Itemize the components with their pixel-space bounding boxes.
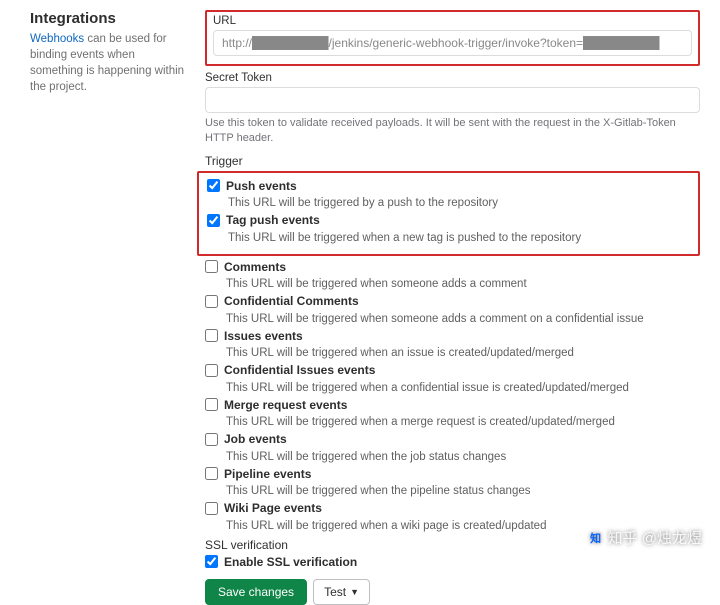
trigger-checkbox[interactable] [207, 179, 220, 192]
trigger-row-rest-7: Wiki Page events This URL will be trigger… [205, 501, 700, 532]
trigger-checkbox[interactable] [205, 502, 218, 515]
trigger-checkbox-label[interactable]: Confidential Comments [205, 294, 359, 308]
trigger-row-boxed-1: Tag push events This URL will be triggere… [207, 213, 690, 244]
trigger-checkbox[interactable] [205, 260, 218, 273]
trigger-checkbox-label[interactable]: Tag push events [207, 213, 320, 227]
trigger-checkbox-label[interactable]: Wiki Page events [205, 501, 322, 515]
webhook-form: URL Secret Token Use this token to valid… [205, 10, 700, 605]
trigger-row-rest-4: Merge request events This URL will be tri… [205, 398, 700, 429]
trigger-checkbox-label[interactable]: Merge request events [205, 398, 347, 412]
trigger-checkbox[interactable] [205, 329, 218, 342]
caret-down-icon: ▼ [350, 587, 359, 597]
trigger-description: This URL will be triggered when a wiki p… [226, 520, 700, 532]
ssl-checkbox-label[interactable]: Enable SSL verification [205, 555, 357, 569]
trigger-description: This URL will be triggered by a push to … [228, 197, 690, 209]
trigger-heading: Trigger [205, 154, 700, 168]
sidebar-description: Webhooks can be used for binding events … [30, 31, 185, 95]
trigger-description: This URL will be triggered when a confid… [226, 382, 700, 394]
trigger-description: This URL will be triggered when an issue… [226, 347, 700, 359]
trigger-checkbox-label[interactable]: Pipeline events [205, 467, 311, 481]
ssl-heading: SSL verification [205, 538, 700, 552]
ssl-row: Enable SSL verification [205, 555, 700, 572]
form-actions: Save changes Test ▼ [205, 579, 700, 605]
trigger-row-rest-2: Issues events This URL will be triggered … [205, 329, 700, 360]
trigger-checkbox-label[interactable]: Confidential Issues events [205, 363, 375, 377]
trigger-checkbox-label[interactable]: Job events [205, 432, 287, 446]
secret-token-label: Secret Token [205, 72, 700, 84]
trigger-checkbox[interactable] [205, 467, 218, 480]
save-button[interactable]: Save changes [205, 579, 307, 605]
trigger-checkbox[interactable] [205, 364, 218, 377]
integrations-sidebar: Integrations Webhooks can be used for bi… [30, 10, 205, 605]
trigger-description: This URL will be triggered when someone … [226, 313, 700, 325]
url-highlight-box: URL [205, 10, 700, 66]
trigger-row-rest-6: Pipeline events This URL will be triggere… [205, 467, 700, 498]
webhooks-link[interactable]: Webhooks [30, 33, 84, 45]
trigger-description: This URL will be triggered when a new ta… [228, 232, 690, 244]
trigger-checkbox-label[interactable]: Comments [205, 260, 286, 274]
trigger-description: This URL will be triggered when the pipe… [226, 485, 700, 497]
trigger-checkbox[interactable] [205, 398, 218, 411]
trigger-rest: Comments This URL will be triggered when … [205, 260, 700, 532]
trigger-checkbox[interactable] [205, 433, 218, 446]
trigger-description: This URL will be triggered when the job … [226, 451, 700, 463]
trigger-checkbox-label[interactable]: Issues events [205, 329, 303, 343]
trigger-highlight-box: Push events This URL will be triggered by… [197, 171, 700, 256]
url-label: URL [213, 15, 692, 27]
trigger-row-rest-0: Comments This URL will be triggered when … [205, 260, 700, 291]
trigger-description: This URL will be triggered when someone … [226, 278, 700, 290]
test-dropdown-button[interactable]: Test ▼ [313, 579, 370, 605]
trigger-checkbox-label[interactable]: Push events [207, 179, 297, 193]
trigger-description: This URL will be triggered when a merge … [226, 416, 700, 428]
trigger-row-rest-5: Job events This URL will be triggered whe… [205, 432, 700, 463]
trigger-row-boxed-0: Push events This URL will be triggered by… [207, 179, 690, 210]
trigger-checkbox[interactable] [205, 295, 218, 308]
ssl-checkbox[interactable] [205, 555, 218, 568]
trigger-row-rest-1: Confidential Comments This URL will be tr… [205, 294, 700, 325]
secret-token-hint: Use this token to validate received payl… [205, 116, 700, 146]
secret-token-group: Secret Token Use this token to validate … [205, 72, 700, 146]
url-input[interactable] [213, 30, 692, 56]
secret-token-input[interactable] [205, 87, 700, 113]
sidebar-heading: Integrations [30, 10, 185, 27]
trigger-checkbox[interactable] [207, 214, 220, 227]
trigger-row-rest-3: Confidential Issues events This URL will … [205, 363, 700, 394]
